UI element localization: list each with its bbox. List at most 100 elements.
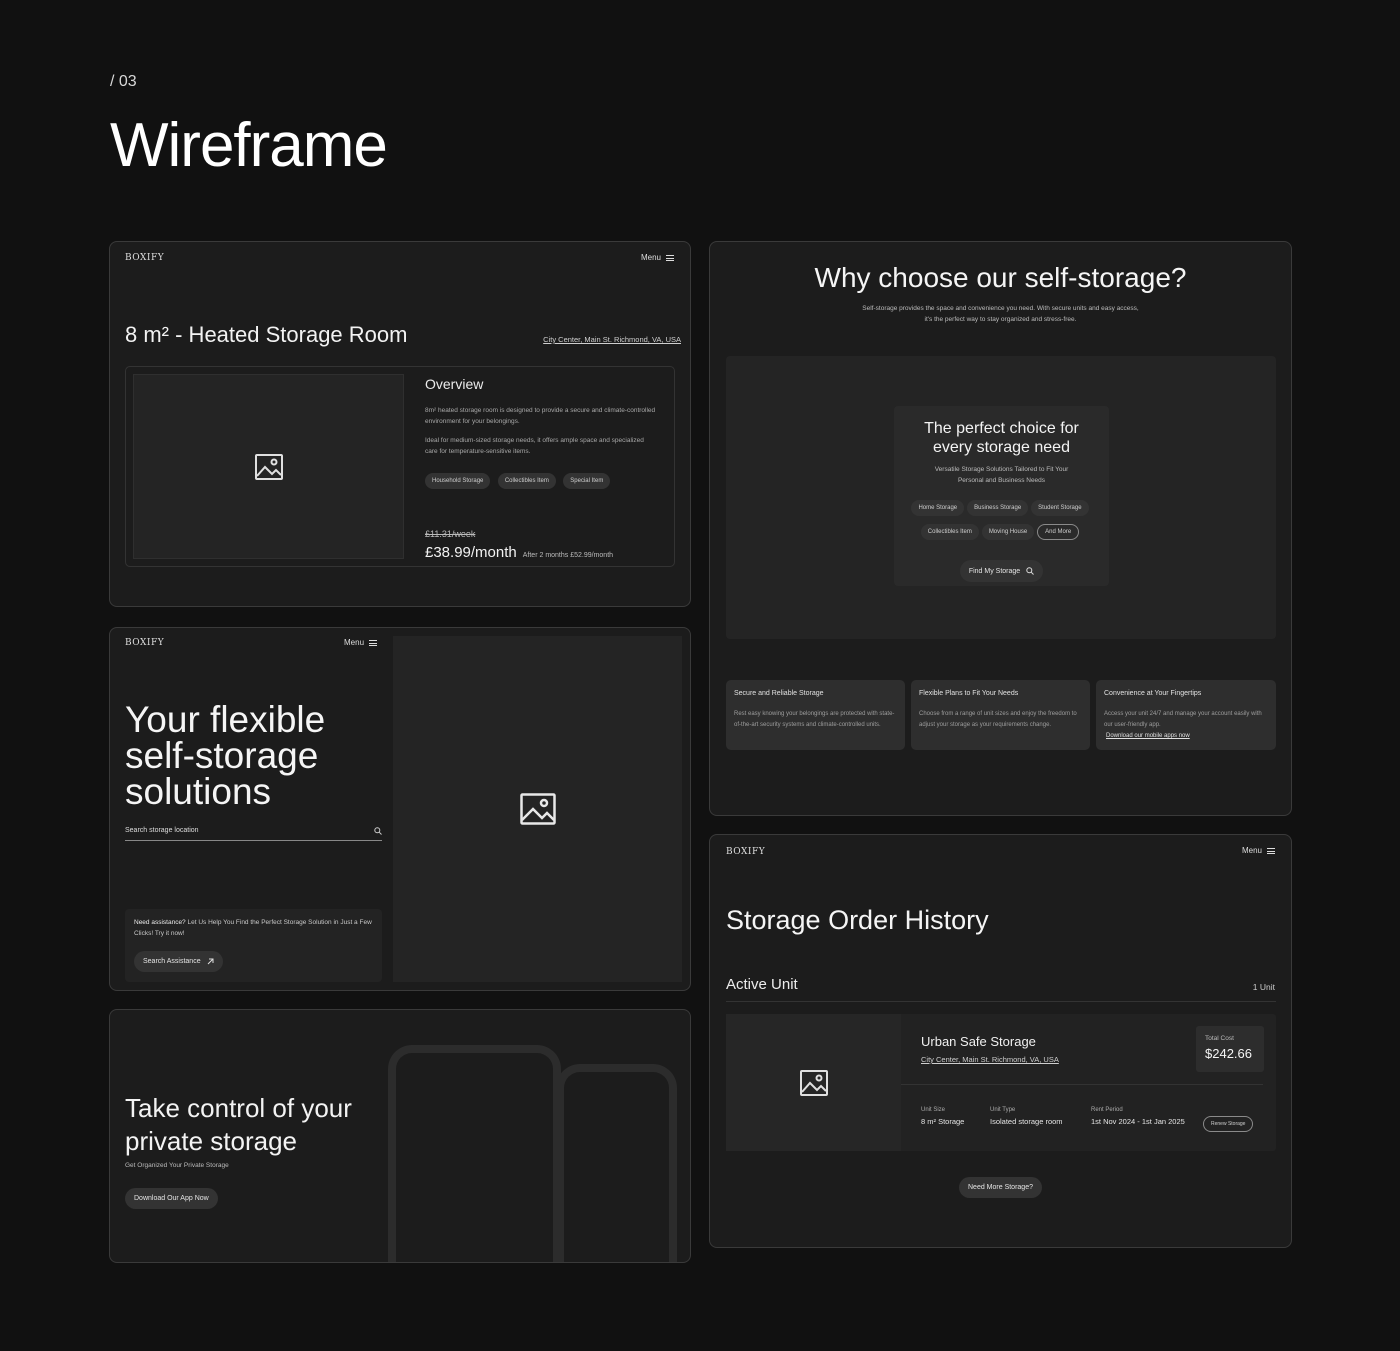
search-assistance-label: Search Assistance <box>143 958 201 965</box>
menu-button[interactable]: Menu <box>641 253 674 262</box>
find-my-storage-button[interactable]: Find My Storage <box>959 560 1044 582</box>
overview-panel: Overview 8m² heated storage room is desi… <box>125 366 675 567</box>
why-choose-subtitle-line-2: it's the perfect way to stay organized a… <box>924 316 1077 323</box>
menu-button[interactable]: Menu <box>344 638 378 647</box>
feature-text: Rest easy knowing your belongings are pr… <box>734 711 895 728</box>
tag-household-storage[interactable]: Household Storage <box>425 473 491 489</box>
renew-storage-button[interactable]: Renew Storage <box>1203 1116 1254 1132</box>
brand-logo[interactable]: BOXIFY <box>125 253 164 263</box>
overview-paragraph-2: Ideal for medium-sized storage needs, it… <box>425 437 644 455</box>
search-placeholder: Search storage location <box>125 827 199 834</box>
download-app-button[interactable]: Download Our App Now <box>125 1188 218 1209</box>
unit-size-field: Unit Size 8 m² Storage <box>921 1107 964 1126</box>
search-icon[interactable] <box>374 826 382 835</box>
divider <box>726 1001 1276 1002</box>
feature-title: Convenience at Your Fingertips <box>1104 690 1202 697</box>
unit-type-value: Isolated storage room <box>990 1117 1063 1126</box>
room-title: 8 m² - Heated Storage Room <box>125 322 408 347</box>
unit-count: 1 Unit <box>1252 982 1275 992</box>
order-row[interactable]: Urban Safe Storage City Center, Main St.… <box>726 1014 1276 1151</box>
chip-home-storage[interactable]: Home Storage <box>911 500 965 516</box>
storage-finder-title: The perfect choice for every storage nee… <box>894 419 1109 457</box>
download-mobile-apps-link[interactable]: Download our mobile apps now <box>1104 733 1190 739</box>
why-choose-card: Why choose our self-storage? Self-storag… <box>709 241 1292 816</box>
download-app-label: Download Our App Now <box>134 1195 209 1202</box>
total-cost-label: Total Cost <box>1205 1035 1234 1042</box>
menu-button[interactable]: Menu <box>1242 846 1275 855</box>
rent-period-label: Rent Period <box>1091 1107 1123 1113</box>
price: £38.99/month <box>425 544 517 561</box>
hero-card: BOXIFY Menu Your flexible self-storage s… <box>109 627 691 991</box>
storage-finder-title-line-2: every storage need <box>933 439 1070 456</box>
hero-line-1: Your flexible <box>125 699 326 740</box>
tag-collectibles-item[interactable]: Collectibles Item <box>497 473 556 489</box>
feature-card-secure: Secure and Reliable Storage Rest easy kn… <box>726 680 905 750</box>
hero-heading: Your flexible self-storage solutions <box>125 699 326 812</box>
assistance-box: Need assistance? Let Us Help You Find th… <box>125 909 382 982</box>
need-more-storage-button[interactable]: Need More Storage? <box>959 1177 1042 1198</box>
brand-logo[interactable]: BOXIFY <box>125 638 164 648</box>
brand-logo[interactable]: BOXIFY <box>726 847 765 857</box>
storage-image <box>726 1014 901 1151</box>
search-icon <box>1026 567 1035 575</box>
assistance-text: Need assistance? Let Us Help You Find th… <box>134 917 374 939</box>
feature-text: Choose from a range of unit sizes and en… <box>919 711 1077 728</box>
app-promo-title-line-1: Take control of your <box>125 1093 352 1123</box>
price-row: £38.99/month After 2 months £52.99/month <box>425 544 613 561</box>
chip-and-more[interactable]: And More <box>1037 524 1080 540</box>
old-price: £11.31/week <box>425 529 476 539</box>
chip-student-storage[interactable]: Student Storage <box>1031 500 1089 516</box>
feature-card-convenience: Convenience at Your Fingertips Access yo… <box>1096 680 1276 750</box>
why-choose-title: Why choose our self-storage? <box>814 262 1187 293</box>
phone-mockup-front <box>388 1045 561 1262</box>
location-link[interactable]: City Center, Main St. Richmond, VA, USA <box>543 335 681 344</box>
page-title: Wireframe <box>110 111 388 180</box>
storage-finder-subtitle-line-2: Personal and Business Needs <box>957 477 1046 484</box>
hamburger-icon <box>1267 847 1275 854</box>
total-cost-value: $242.66 <box>1205 1046 1252 1061</box>
category-chips-row-2: Collectibles Item Moving House And More <box>894 520 1109 544</box>
image-icon <box>519 793 556 825</box>
search-input[interactable]: Search storage location <box>125 821 382 841</box>
storage-finder-subtitle: Versatile Storage Solutions Tailored to … <box>894 464 1109 486</box>
tag-special-item[interactable]: Special Item <box>563 473 611 489</box>
app-promo-card: Take control of your private storage Get… <box>109 1009 691 1263</box>
need-more-wrapper: Need More Storage? <box>710 1176 1291 1198</box>
total-cost-box: Total Cost $242.66 <box>1196 1026 1264 1072</box>
menu-label: Menu <box>1241 846 1262 855</box>
storage-finder-box: The perfect choice for every storage nee… <box>894 406 1109 586</box>
feature-text: Access your unit 24/7 and manage your ac… <box>1104 709 1268 742</box>
feature-title: Flexible Plans to Fit Your Needs <box>919 690 1019 697</box>
rent-period-value: 1st Nov 2024 - 1st Jan 2025 <box>1091 1117 1185 1126</box>
active-unit-label: Active Unit <box>726 976 798 993</box>
unit-type-label: Unit Type <box>990 1107 1016 1113</box>
image-icon <box>799 1069 828 1096</box>
storage-finder-subtitle-line-1: Versatile Storage Solutions Tailored to … <box>934 466 1069 473</box>
storage-finder-title-line-1: The perfect choice for <box>924 420 1079 437</box>
unit-size-value: 8 m² Storage <box>921 1117 965 1126</box>
rent-period-field: Rent Period 1st Nov 2024 - 1st Jan 2025 <box>1091 1107 1185 1126</box>
image-icon <box>254 453 283 480</box>
hero-line-2: self-storage <box>125 735 319 776</box>
arrow-up-right-icon <box>207 958 214 965</box>
search-assistance-button[interactable]: Search Assistance <box>134 951 223 972</box>
feature-title: Secure and Reliable Storage <box>734 690 824 697</box>
find-my-storage-label: Find My Storage <box>968 567 1021 575</box>
chip-moving-house[interactable]: Moving House <box>981 524 1035 540</box>
order-divider <box>901 1084 1263 1085</box>
phone-mockup-back <box>556 1064 677 1262</box>
unit-type-field: Unit Type Isolated storage room <box>990 1107 1063 1126</box>
chip-business-storage[interactable]: Business Storage <box>967 500 1029 516</box>
hero-image <box>393 636 682 982</box>
chip-collectibles-item[interactable]: Collectibles Item <box>920 524 979 540</box>
overview-title: Overview <box>425 376 484 392</box>
order-history-title: Storage Order History <box>726 905 989 935</box>
category-chips-row-1: Home Storage Business Storage Student Stor… <box>894 496 1109 520</box>
hero-line-3: solutions <box>125 771 272 812</box>
why-choose-subtitle: Self-storage provides the space and conv… <box>710 303 1291 325</box>
assistance-bold: Need assistance? <box>134 919 186 926</box>
menu-label: Menu <box>640 253 661 262</box>
hamburger-icon <box>666 254 674 261</box>
room-detail-card: BOXIFY Menu 8 m² - Heated Storage Room C… <box>109 241 691 607</box>
storage-location-link[interactable]: City Center, Main St. Richmond, VA, USA <box>921 1055 1059 1064</box>
